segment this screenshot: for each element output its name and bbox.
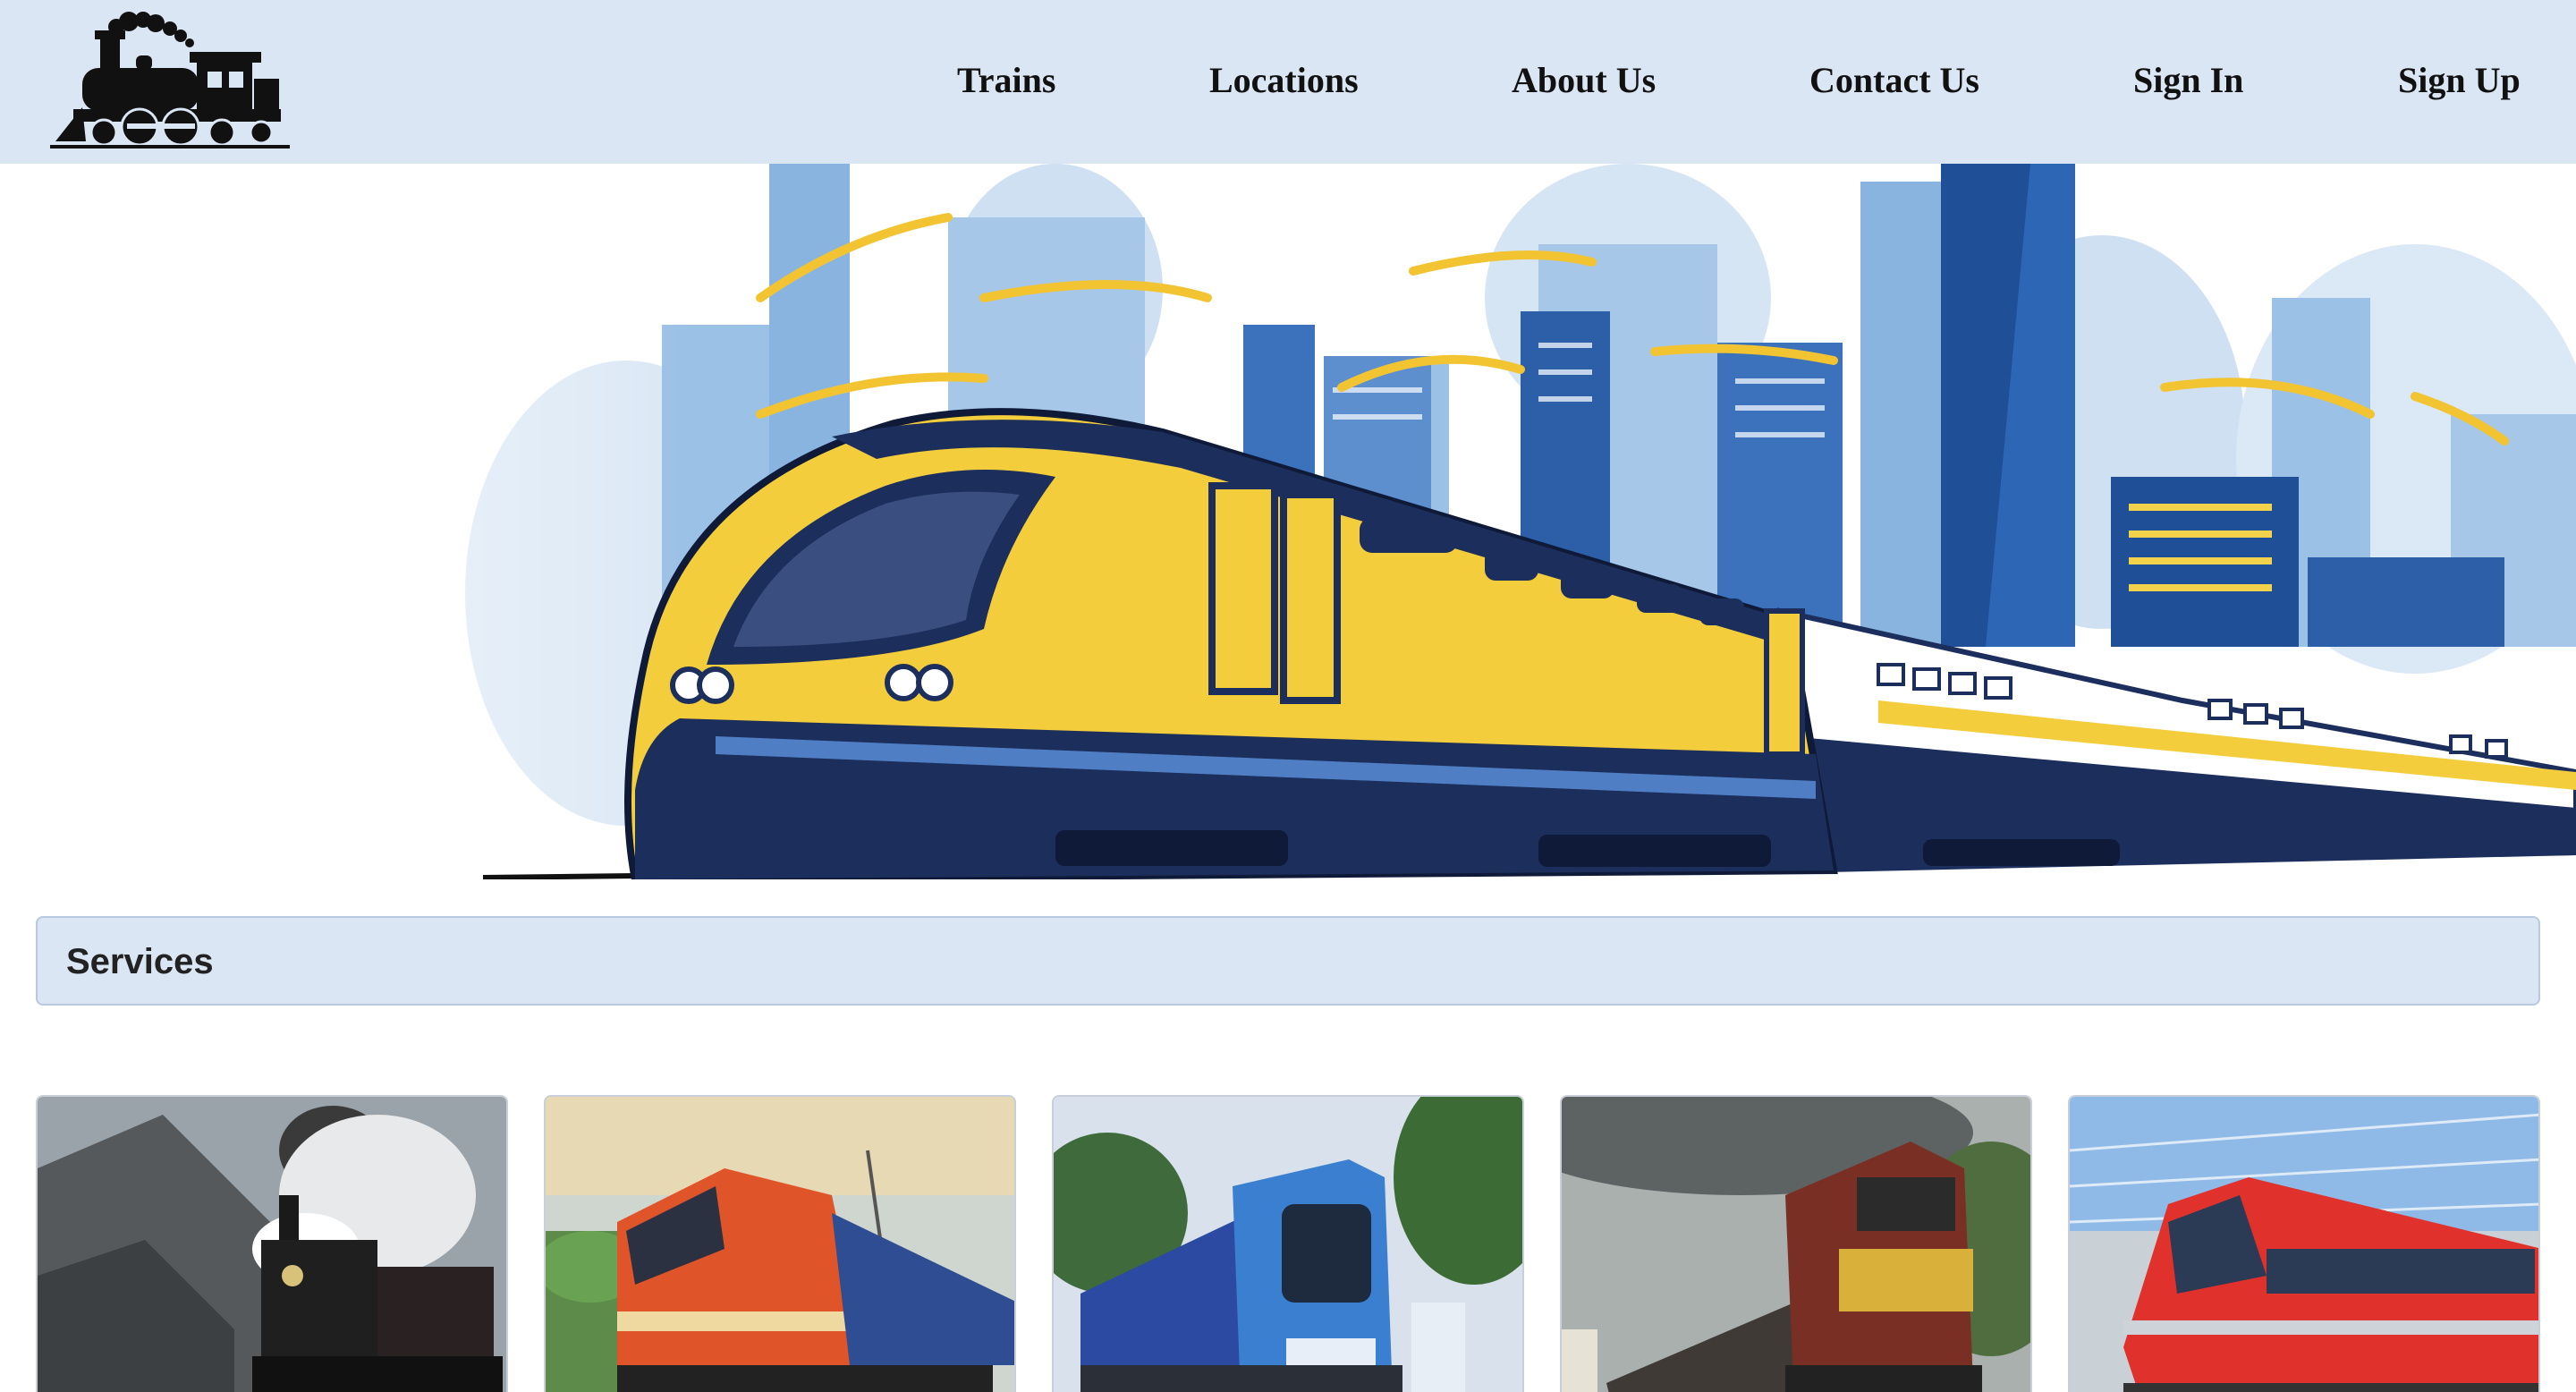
- steam-locomotive-image: [38, 1097, 506, 1392]
- site-header: Trains Locations About Us Contact Us Sig…: [0, 0, 2576, 164]
- service-card-passenger-train[interactable]: [1052, 1095, 1524, 1392]
- nav-contact-us[interactable]: Contact Us: [1809, 57, 1979, 104]
- high-speed-train-image: [2070, 1097, 2538, 1392]
- services-header: Services: [36, 916, 2540, 1006]
- nav-sign-up[interactable]: Sign Up: [2398, 57, 2521, 104]
- hero-train-image: [0, 164, 2576, 879]
- logo[interactable]: [47, 9, 290, 152]
- nav-sign-in[interactable]: Sign In: [2133, 57, 2243, 104]
- electric-locomotive-image: [546, 1097, 1014, 1392]
- freight-locomotive-image: [1562, 1097, 2030, 1392]
- service-card-steam-locomotive[interactable]: [36, 1095, 508, 1392]
- hero-banner: [0, 164, 2576, 879]
- nav-locations[interactable]: Locations: [1209, 57, 1359, 104]
- steam-locomotive-icon: [50, 12, 290, 149]
- services-title: Services: [66, 942, 214, 981]
- service-card-freight-locomotive[interactable]: [1560, 1095, 2032, 1392]
- service-card-high-speed-train[interactable]: [2068, 1095, 2540, 1392]
- service-card-electric-locomotive[interactable]: [544, 1095, 1016, 1392]
- nav-about-us[interactable]: About Us: [1512, 57, 1656, 104]
- nav-trains[interactable]: Trains: [957, 57, 1055, 104]
- passenger-train-image: [1054, 1097, 1522, 1392]
